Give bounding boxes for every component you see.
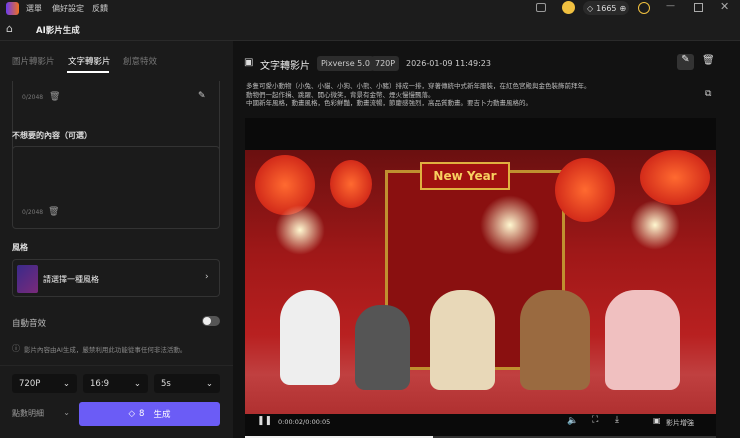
style-selector[interactable]: 請選擇一種風格 › <box>12 259 220 297</box>
generate-cost: 8 <box>139 409 145 419</box>
tab-underline <box>67 71 109 73</box>
prompt-count: 0/2048 <box>22 94 44 101</box>
menu-feedback[interactable]: 反饋 <box>92 3 108 14</box>
options-divider <box>0 365 233 366</box>
chevron-down-icon: ⌄ <box>62 378 70 389</box>
credits-detail-button[interactable]: 點數明細 ⌄ <box>12 408 70 419</box>
enhance-button[interactable]: 影片增強 <box>666 418 694 428</box>
style-thumbnail <box>17 265 38 293</box>
firework <box>630 200 680 250</box>
video-player[interactable]: New Year ❚❚ 0:00:02/0:00:05 🔈 ⛶ ⤓ ▣ 影片增強 <box>245 118 716 438</box>
prompt-input[interactable]: 0/2048 🗑 ✎ <box>12 81 220 156</box>
credits-badge[interactable]: ◇ 1665 ⊕ <box>583 1 629 15</box>
trash-icon[interactable]: 🗑 <box>49 92 60 102</box>
firework <box>275 205 325 255</box>
menu-preferences[interactable]: 偏好設定 <box>52 3 84 14</box>
home-icon[interactable]: ⌂ <box>6 22 13 35</box>
chevron-down-icon: ⌄ <box>63 408 70 417</box>
tab-creative-effects[interactable]: 創意特效 <box>123 55 157 67</box>
menu-main[interactable]: 選單 <box>26 3 42 14</box>
result-panel: ▣ 文字轉影片 Pixverse 5.0 720P 2026-01-09 11:… <box>233 41 740 438</box>
enhance-icon[interactable]: ▣ <box>653 416 661 425</box>
left-panel: 圖片轉影片 文字轉影片 創意特效 0/2048 🗑 ✎ 不想要的內容（可選） 0… <box>0 41 233 438</box>
lantern <box>640 150 710 205</box>
generate-button[interactable]: ◇ 8 生成 <box>79 402 220 426</box>
lantern <box>330 160 372 208</box>
duration-select[interactable]: 5s ⌄ <box>154 374 220 393</box>
pause-button[interactable]: ❚❚ <box>257 416 272 426</box>
cat <box>355 305 410 390</box>
credits-detail-label: 點數明細 <box>12 409 44 418</box>
result-title: 文字轉影片 <box>260 61 310 72</box>
tab-image-to-video[interactable]: 圖片轉影片 <box>12 55 55 67</box>
chevron-down-icon: ⌄ <box>205 378 213 389</box>
new-year-sign: New Year <box>420 162 510 190</box>
auto-audio-label: 自動音效 <box>12 319 47 329</box>
title-bar: 選單 偏好設定 反饋 ◇ 1665 ⊕ — ✕ <box>0 0 740 17</box>
chevron-down-icon: ⌄ <box>133 378 141 389</box>
model-badge: Pixverse 5.0 <box>317 56 374 71</box>
ratio-select[interactable]: 16:9 ⌄ <box>83 374 148 393</box>
timestamp: 2026-01-09 11:49:23 <box>406 59 491 68</box>
chevron-right-icon: › <box>205 272 209 282</box>
dog <box>430 290 495 390</box>
prompt-line: 中國新年風格，動畫風格，色彩鮮豔，動畫流暢，節慶感強烈，高品質動畫。要吉卜力動畫… <box>246 99 532 107</box>
minimize-icon[interactable]: — <box>666 1 675 11</box>
volume-icon[interactable]: 🔈 <box>567 416 578 426</box>
copy-icon[interactable]: ⧉ <box>705 89 711 99</box>
page-title: AI影片生成 <box>36 26 80 36</box>
resolution-value: 720P <box>19 378 41 389</box>
cart-icon[interactable] <box>562 1 575 14</box>
diamond-icon: ◇ <box>128 409 136 419</box>
generate-label: 生成 <box>153 410 171 420</box>
video-frame: New Year <box>245 150 716 414</box>
prompt-line: 動物們一起作揖、跳躍、開心微笑，背景有金幣、煙火慢慢飄落。 <box>246 90 435 99</box>
bear <box>520 290 590 390</box>
resolution-badge: 720P <box>371 56 400 71</box>
negative-count: 0/2048 <box>22 209 44 216</box>
time-display: 0:00:02/0:00:05 <box>278 418 331 426</box>
credits-count: 1665 <box>596 3 617 13</box>
duration-value: 5s <box>161 378 171 389</box>
style-label: 風格 <box>12 243 28 252</box>
lantern <box>555 158 615 222</box>
prompt-line: 多隻可愛小動物（小兔、小貓、小狗、小熊、小豬）排成一排，穿著傳統中式新年服裝，在… <box>246 82 591 90</box>
auto-audio-toggle[interactable] <box>202 316 220 326</box>
maximize-icon[interactable] <box>694 3 703 12</box>
download-icon[interactable]: ⤓ <box>615 415 619 425</box>
info-icon: ⓘ <box>12 344 20 353</box>
resolution-select[interactable]: 720P ⌄ <box>12 374 77 393</box>
magic-wand-icon[interactable]: ✎ <box>198 91 206 101</box>
video-icon: ▣ <box>244 57 254 68</box>
screen-icon[interactable] <box>536 3 546 12</box>
diamond-icon: ◇ <box>587 3 594 13</box>
firework <box>480 195 540 255</box>
trash-icon[interactable]: 🗑 <box>48 207 59 217</box>
avatar[interactable] <box>638 2 650 14</box>
fullscreen-icon[interactable]: ⛶ <box>592 415 598 425</box>
result-prompt: 多隻可愛小動物（小兔、小貓、小狗、小熊、小豬）排成一排，穿著傳統中式新年服裝，在… <box>246 82 666 108</box>
rabbit <box>280 290 340 385</box>
style-placeholder: 請選擇一種風格 <box>43 275 99 284</box>
negative-label: 不想要的內容（可選） <box>12 131 92 140</box>
ai-notice: 影片內容由AI生成，嚴禁利用此功能從事任何非法活動。 <box>24 346 187 354</box>
delete-button[interactable]: 🗑 <box>702 55 715 66</box>
ratio-value: 16:9 <box>90 378 110 389</box>
negative-input[interactable]: 0/2048 🗑 <box>12 146 220 229</box>
add-icon[interactable]: ⊕ <box>620 4 627 13</box>
tab-text-to-video[interactable]: 文字轉影片 <box>68 55 111 67</box>
close-icon[interactable]: ✕ <box>720 0 729 13</box>
edit-button[interactable]: ✎ <box>677 54 694 70</box>
pig <box>605 290 680 390</box>
header: ⌂ AI影片生成 <box>0 17 740 41</box>
app-logo <box>6 2 19 15</box>
